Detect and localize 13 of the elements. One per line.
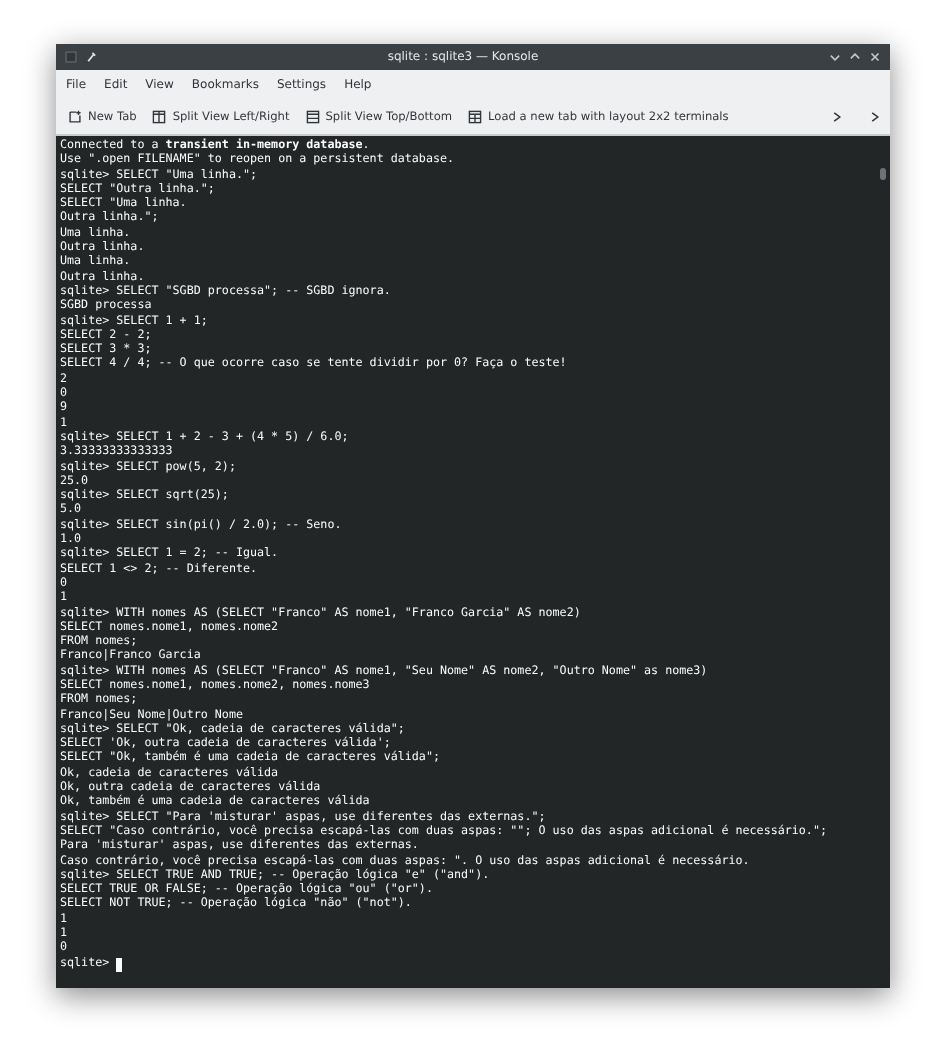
maximize-icon[interactable]: [848, 50, 862, 64]
chevron-right-icon[interactable]: [868, 110, 882, 124]
minimize-icon[interactable]: [828, 50, 842, 64]
scrollbar-thumb[interactable]: [880, 168, 886, 180]
terminal-icon: [64, 50, 78, 64]
text-cursor: [115, 958, 123, 972]
new-tab-icon: [68, 110, 82, 124]
grid-layout-icon: [468, 110, 483, 124]
split-vertical-icon: [152, 110, 167, 124]
chevron-right-icon[interactable]: [830, 110, 844, 124]
split-horizontal-icon: [305, 110, 320, 124]
close-icon[interactable]: [868, 50, 882, 64]
pin-icon[interactable]: [84, 50, 98, 64]
